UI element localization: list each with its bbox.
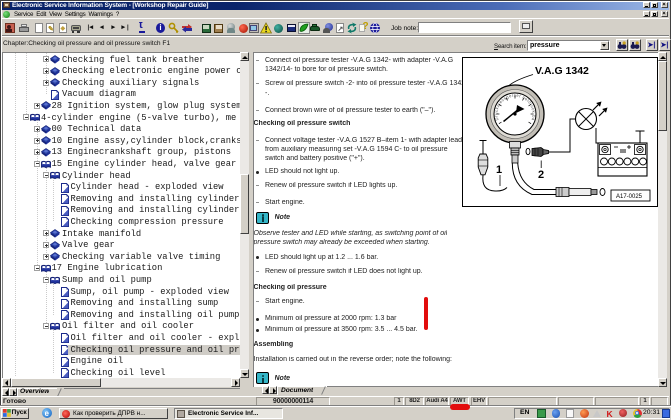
svg-text:V.A.G 1342: V.A.G 1342 [535,65,589,77]
svg-text:2: 2 [538,169,544,181]
svg-text:A17-0025: A17-0025 [616,194,643,200]
svg-text:1: 1 [496,164,502,176]
